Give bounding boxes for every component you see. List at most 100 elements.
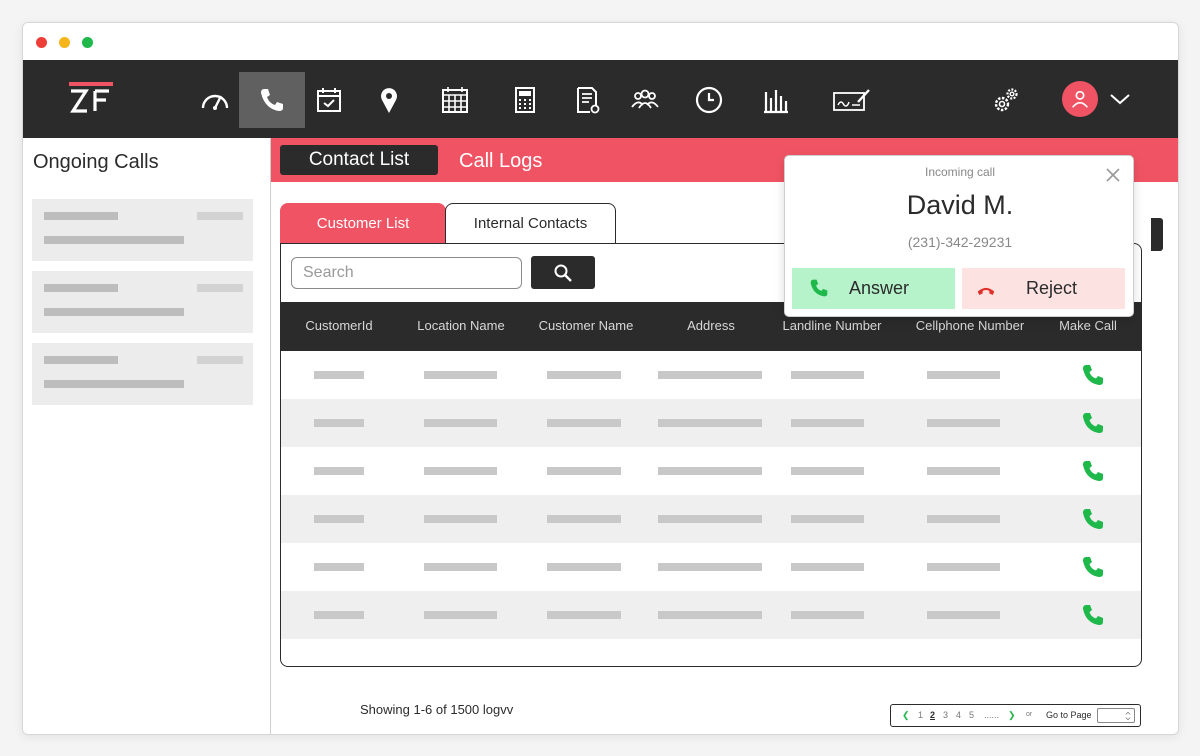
- cell-placeholder: [658, 515, 762, 523]
- search-input[interactable]: Search: [291, 257, 522, 289]
- ongoing-call-card[interactable]: [32, 343, 253, 405]
- reject-label: Reject: [1026, 278, 1078, 298]
- caller-name: David M.: [906, 190, 1014, 220]
- cell-placeholder: [424, 371, 497, 379]
- cell-placeholder: [314, 611, 364, 619]
- cell-placeholder: [314, 371, 364, 379]
- subtab-customer-list[interactable]: Customer List: [280, 203, 446, 243]
- bar-chart-icon[interactable]: [743, 72, 809, 128]
- page-ellipsis: ......: [984, 710, 1000, 720]
- table-row[interactable]: [281, 591, 1141, 639]
- cell-placeholder: [424, 467, 497, 475]
- table-row[interactable]: [281, 351, 1141, 399]
- document-settings-icon[interactable]: [554, 72, 620, 128]
- cell-placeholder: [927, 419, 1000, 427]
- next-page-icon[interactable]: ❯: [1008, 710, 1016, 721]
- page-1[interactable]: 1: [918, 710, 923, 720]
- page-4[interactable]: 4: [956, 710, 961, 720]
- cell-placeholder: [547, 419, 621, 427]
- cell-placeholder: [658, 419, 762, 427]
- answer-label: Answer: [849, 278, 910, 298]
- page-current[interactable]: 2: [930, 710, 935, 720]
- calendar-check-icon[interactable]: [296, 72, 362, 128]
- subtab-internal-contacts[interactable]: Internal Contacts: [445, 203, 616, 243]
- signature-icon[interactable]: [819, 72, 885, 128]
- showing-count: Showing 1-6 of 1500 logvv: [360, 702, 514, 717]
- cell-placeholder: [314, 563, 364, 571]
- cell-placeholder: [547, 371, 621, 379]
- col-header[interactable]: Address: [651, 302, 771, 351]
- top-navigation: [23, 60, 1178, 138]
- col-header[interactable]: Location Name: [401, 302, 521, 351]
- phone-answer-icon: [810, 279, 828, 297]
- cell-placeholder: [927, 467, 1000, 475]
- cell-placeholder: [547, 467, 621, 475]
- reject-button[interactable]: Reject: [962, 268, 1125, 309]
- cell-placeholder: [314, 467, 364, 475]
- cell-placeholder: [314, 419, 364, 427]
- chevron-down-icon[interactable]: [1109, 88, 1131, 110]
- search-icon: [554, 264, 572, 282]
- cell-placeholder: [927, 611, 1000, 619]
- cell-placeholder: [791, 611, 864, 619]
- caller-phone: (231)-342-29231: [907, 234, 1013, 250]
- cell-placeholder: [424, 515, 497, 523]
- ongoing-call-card[interactable]: [32, 199, 253, 261]
- tab-call-logs[interactable]: Call Logs: [459, 148, 542, 174]
- make-call-icon[interactable]: [1081, 411, 1105, 435]
- clock-icon[interactable]: [676, 72, 742, 128]
- pagination: ❮ 1 2 3 4 5 ...... ❯ or Go to Page: [890, 704, 1141, 727]
- incoming-call-label: Incoming call: [924, 165, 996, 179]
- page-3[interactable]: 3: [943, 710, 948, 720]
- close-icon[interactable]: [1105, 167, 1121, 183]
- maximize-window-dot[interactable]: [82, 37, 93, 48]
- sidebar-title: Ongoing Calls: [33, 151, 159, 173]
- tab-contact-list[interactable]: Contact List: [280, 145, 438, 175]
- pager-or: or: [1026, 711, 1033, 718]
- cell-placeholder: [658, 563, 762, 571]
- calculator-icon[interactable]: [492, 72, 558, 128]
- table-row[interactable]: [281, 399, 1141, 447]
- search-button[interactable]: [531, 256, 595, 289]
- make-call-icon[interactable]: [1081, 459, 1105, 483]
- phone-hangup-icon: [977, 287, 995, 295]
- col-header[interactable]: CustomerId: [281, 302, 397, 351]
- hidden-action-button[interactable]: [1151, 218, 1163, 251]
- stepper-icon: [1125, 711, 1131, 721]
- zf-logo[interactable]: [69, 82, 115, 114]
- calendar-grid-icon[interactable]: [422, 72, 488, 128]
- col-header[interactable]: Customer Name: [526, 302, 646, 351]
- ongoing-calls-sidebar: Ongoing Calls: [23, 138, 271, 734]
- goto-page-input[interactable]: [1097, 708, 1135, 723]
- minimize-window-dot[interactable]: [59, 37, 70, 48]
- prev-page-icon[interactable]: ❮: [902, 710, 910, 721]
- cell-placeholder: [314, 515, 364, 523]
- table-row[interactable]: [281, 543, 1141, 591]
- answer-button[interactable]: Answer: [792, 268, 955, 309]
- table-row[interactable]: [281, 495, 1141, 543]
- cell-placeholder: [791, 419, 864, 427]
- location-pin-icon[interactable]: [356, 72, 422, 128]
- table-row[interactable]: [281, 447, 1141, 495]
- team-icon[interactable]: [612, 72, 678, 128]
- cell-placeholder: [424, 611, 497, 619]
- incoming-call-popup: Incoming call David M. (231)-342-29231 A…: [784, 155, 1134, 317]
- close-window-dot[interactable]: [36, 37, 47, 48]
- window-titlebar: [23, 23, 1178, 60]
- make-call-icon[interactable]: [1081, 603, 1105, 627]
- cell-placeholder: [658, 371, 762, 379]
- cell-placeholder: [424, 419, 497, 427]
- settings-gears-icon[interactable]: [973, 72, 1039, 128]
- make-call-icon[interactable]: [1081, 363, 1105, 387]
- user-avatar-icon[interactable]: [1062, 81, 1098, 117]
- cell-placeholder: [547, 563, 621, 571]
- cell-placeholder: [791, 563, 864, 571]
- app-window: Ongoing Calls Contact List Call Logs Cus…: [22, 22, 1179, 735]
- make-call-icon[interactable]: [1081, 507, 1105, 531]
- cell-placeholder: [927, 563, 1000, 571]
- page-5[interactable]: 5: [969, 710, 974, 720]
- ongoing-call-card[interactable]: [32, 271, 253, 333]
- make-call-icon[interactable]: [1081, 555, 1105, 579]
- cell-placeholder: [658, 611, 762, 619]
- goto-page-label: Go to Page: [1046, 710, 1092, 720]
